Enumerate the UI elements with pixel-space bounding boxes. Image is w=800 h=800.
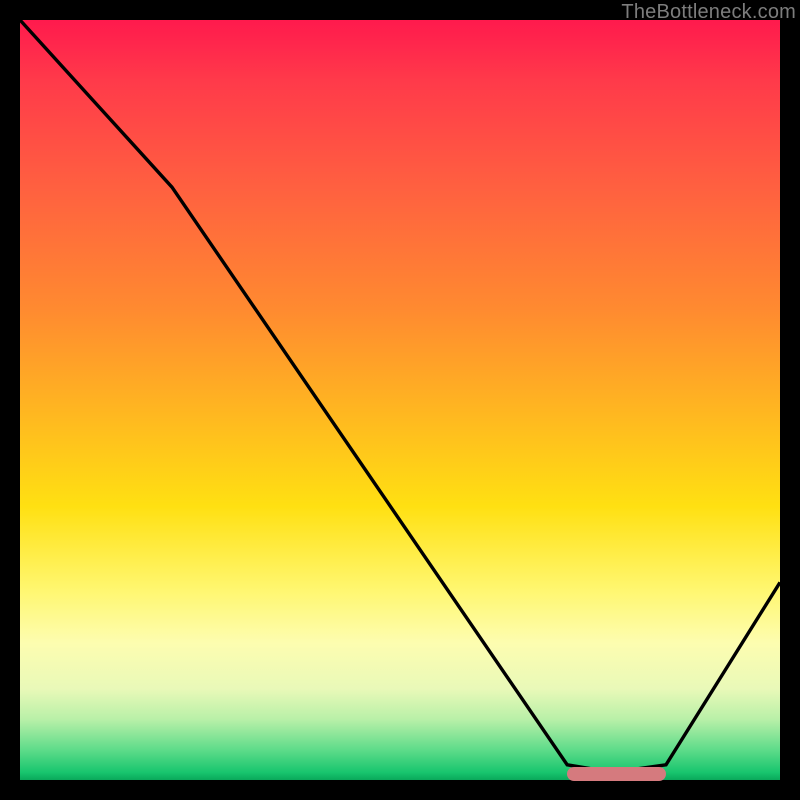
chart-frame <box>20 20 780 780</box>
curve-svg <box>20 20 780 780</box>
optimal-range-marker <box>567 767 666 781</box>
bottleneck-curve <box>20 20 780 772</box>
plot-area <box>20 20 780 780</box>
